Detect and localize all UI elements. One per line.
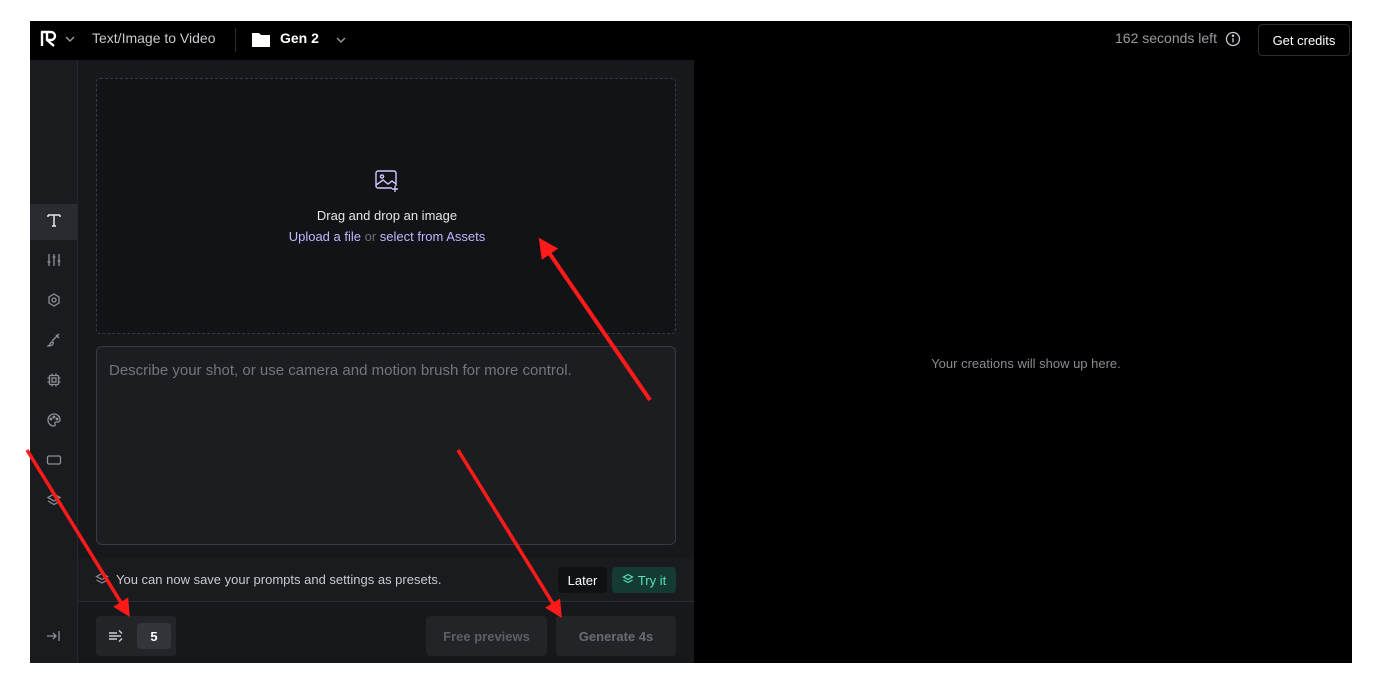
- brush-icon: [45, 332, 62, 353]
- editor-panel: Drag and drop an image Upload a file or …: [78, 60, 694, 663]
- select-from-assets-link[interactable]: select from Assets: [380, 229, 485, 244]
- image-dropzone[interactable]: Drag and drop an image Upload a file or …: [96, 78, 676, 334]
- chevron-down-icon[interactable]: [335, 33, 347, 45]
- runway-logo-icon[interactable]: [40, 30, 58, 48]
- or-text: or: [364, 229, 377, 244]
- app-window: Text/Image to Video Gen 2 162 seconds le…: [30, 21, 1352, 663]
- get-credits-button[interactable]: Get credits: [1258, 24, 1350, 56]
- sliders-icon: [46, 252, 62, 273]
- collapse-sidebar-icon[interactable]: [45, 628, 61, 644]
- output-area: Your creations will show up here.: [694, 60, 1352, 663]
- layers-icon: [46, 492, 62, 513]
- layers-icon: [95, 572, 109, 586]
- chevron-down-icon[interactable]: [64, 32, 76, 44]
- sidebar-item-style[interactable]: [30, 404, 77, 440]
- free-previews-button[interactable]: Free previews: [426, 616, 547, 656]
- layers-icon: [622, 573, 634, 588]
- top-bar: Text/Image to Video Gen 2 162 seconds le…: [30, 21, 1352, 60]
- prompt-box: [96, 346, 676, 545]
- prompt-input[interactable]: [97, 347, 675, 544]
- try-it-label: Try it: [637, 572, 667, 588]
- project-name[interactable]: Gen 2: [280, 30, 319, 46]
- try-it-button[interactable]: Try it: [612, 567, 676, 593]
- add-image-icon: [374, 169, 400, 193]
- breadcrumb-divider: [235, 28, 236, 52]
- presets-banner-text: You can now save your prompts and settin…: [116, 572, 442, 587]
- sidebar-item-camera[interactable]: [30, 284, 77, 320]
- text-icon: [46, 212, 62, 233]
- dropzone-subtitle: Upload a file or select from Assets: [97, 229, 677, 244]
- generate-button[interactable]: Generate 4s: [556, 616, 676, 656]
- upload-file-link[interactable]: Upload a file: [289, 229, 361, 244]
- later-button[interactable]: Later: [558, 567, 607, 593]
- motion-value[interactable]: 5: [137, 623, 171, 649]
- sidebar-item-settings[interactable]: [30, 244, 77, 280]
- tool-sidebar: [30, 60, 78, 663]
- presets-banner: You can now save your prompts and settin…: [78, 558, 694, 602]
- seconds-left-text: 162 seconds left: [1115, 30, 1217, 46]
- palette-icon: [46, 412, 62, 433]
- sidebar-item-model[interactable]: [30, 364, 77, 400]
- dropzone-title: Drag and drop an image: [316, 208, 458, 223]
- generate-bar: 5 Free previews Generate 4s: [78, 603, 694, 663]
- folder-icon: [251, 31, 271, 48]
- motion-wind-icon[interactable]: [107, 627, 125, 645]
- sidebar-item-aspect-ratio[interactable]: [30, 444, 77, 480]
- mode-title[interactable]: Text/Image to Video: [92, 30, 215, 46]
- motion-control: 5: [96, 616, 176, 656]
- camera-icon: [46, 292, 62, 313]
- sidebar-item-motion-brush[interactable]: [30, 324, 77, 360]
- empty-state-text: Your creations will show up here.: [931, 356, 1121, 371]
- sidebar-item-text[interactable]: [30, 204, 77, 240]
- sidebar-item-presets[interactable]: [30, 484, 77, 520]
- aspect-ratio-icon: [46, 452, 62, 473]
- chip-icon: [46, 372, 62, 393]
- info-icon[interactable]: [1225, 31, 1241, 47]
